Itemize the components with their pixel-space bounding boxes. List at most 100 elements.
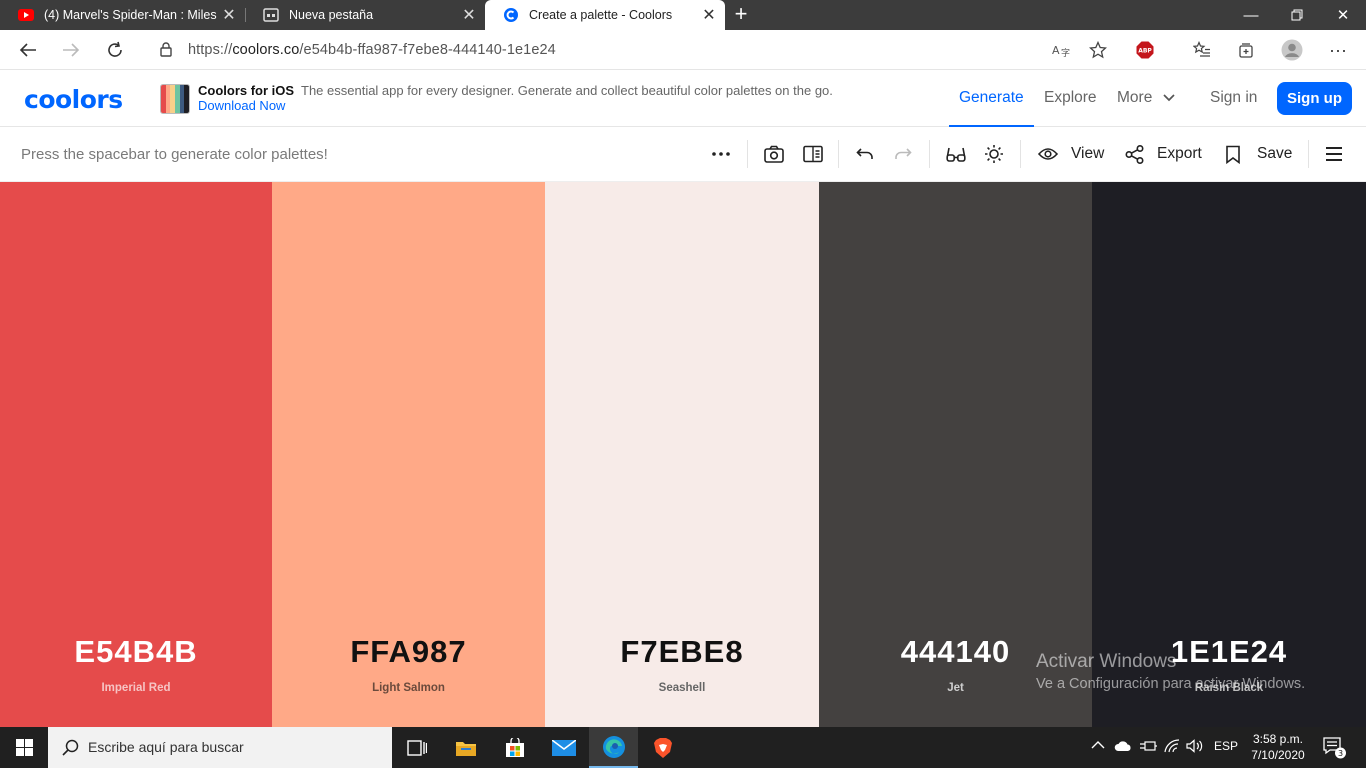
- color-name: Seashell: [658, 682, 706, 694]
- activate-windows-title: Activar Windows: [1036, 651, 1177, 672]
- refresh-button[interactable]: [101, 36, 129, 64]
- onedrive-cloud-icon[interactable]: [1114, 740, 1132, 755]
- view-button[interactable]: View: [1038, 141, 1104, 167]
- brightness-icon[interactable]: [984, 141, 1004, 167]
- favorite-star-icon[interactable]: [1084, 36, 1112, 64]
- sign-in-link[interactable]: Sign in: [1210, 89, 1257, 107]
- hex-code[interactable]: E54B4B: [0, 634, 272, 670]
- view-label: View: [1071, 145, 1105, 162]
- tab-title: Create a palette - Coolors: [529, 8, 673, 22]
- redo-icon[interactable]: [894, 141, 912, 167]
- nav-generate[interactable]: Generate: [959, 89, 1024, 107]
- browser-navbar: https://coolors.co/e54b4b-ffa987-f7ebe8-…: [0, 30, 1366, 70]
- color-name: Imperial Red: [101, 682, 171, 694]
- sign-up-button[interactable]: Sign up: [1277, 82, 1352, 115]
- show-hidden-icons-chevron-icon[interactable]: [1091, 739, 1105, 753]
- close-window-icon[interactable]: ✕: [1320, 0, 1366, 30]
- tab-title: (4) Marvel's Spider-Man : Miles M: [44, 8, 217, 22]
- task-view-icon[interactable]: [392, 727, 441, 768]
- promo-title: Coolors for iOS: [198, 83, 295, 98]
- nav-more-label: More: [1117, 89, 1153, 106]
- browser-menu-icon[interactable]: ···: [1324, 36, 1352, 64]
- edge-browser-icon[interactable]: [589, 727, 638, 768]
- nav-explore[interactable]: Explore: [1044, 89, 1097, 107]
- color-palette: E54B4B Imperial Red FFA987 Light Salmon …: [0, 182, 1366, 727]
- brave-browser-icon[interactable]: [638, 727, 687, 768]
- new-tab-page-icon: [263, 7, 279, 23]
- tab-new-tab[interactable]: Nueva pestaña ✕: [245, 0, 485, 30]
- adblock-plus-icon[interactable]: ABP: [1131, 36, 1159, 64]
- forward-button[interactable]: [57, 36, 85, 64]
- save-button[interactable]: Save: [1225, 141, 1292, 167]
- windows-start-icon[interactable]: [0, 727, 48, 768]
- browser-tab-strip: (4) Marvel's Spider-Man : Miles M ✕ Nuev…: [0, 0, 1366, 30]
- hex-code[interactable]: FFA987: [272, 634, 545, 670]
- url-text: https://coolors.co/e54b4b-ffa987-f7ebe8-…: [188, 42, 556, 58]
- color-swatch[interactable]: F7EBE8 Seashell: [545, 182, 819, 727]
- notification-center-icon[interactable]: 3: [1323, 737, 1347, 762]
- microsoft-store-icon[interactable]: [490, 727, 539, 768]
- toolbar-divider: [838, 140, 839, 168]
- profile-avatar-icon[interactable]: [1278, 36, 1306, 64]
- close-tab-icon[interactable]: ✕: [457, 5, 481, 25]
- file-explorer-icon[interactable]: [441, 727, 490, 768]
- chevron-down-icon: [1163, 94, 1175, 102]
- bookmark-icon: [1226, 145, 1240, 164]
- back-button[interactable]: [14, 36, 42, 64]
- speaker-volume-icon[interactable]: [1186, 739, 1204, 756]
- undo-icon[interactable]: [856, 141, 874, 167]
- favorites-list-icon[interactable]: [1188, 36, 1216, 64]
- power-plug-icon[interactable]: [1139, 739, 1157, 756]
- wifi-icon[interactable]: [1164, 739, 1180, 756]
- taskbar-clock[interactable]: 3:58 p.m. 7/10/2020: [1240, 731, 1316, 763]
- side-panel-icon[interactable]: [803, 141, 823, 167]
- color-swatch[interactable]: 444140 Jet: [819, 182, 1092, 727]
- windows-taskbar: Escribe aquí para buscar ESP 3:58 p.m. 7…: [0, 727, 1366, 768]
- ios-app-icon: [160, 84, 190, 114]
- export-button[interactable]: Export: [1125, 141, 1202, 167]
- url-host: coolors.co: [232, 42, 300, 58]
- nav-more[interactable]: More: [1117, 89, 1175, 107]
- svg-text:A: A: [1052, 44, 1060, 57]
- close-tab-icon[interactable]: ✕: [217, 5, 241, 25]
- youtube-icon: [18, 7, 34, 23]
- address-bar[interactable]: https://coolors.co/e54b4b-ffa987-f7ebe8-…: [146, 34, 1124, 66]
- hamburger-menu-icon[interactable]: [1325, 141, 1343, 167]
- url-path: /e54b4b-ffa987-f7ebe8-444140-1e1e24: [299, 42, 556, 58]
- clock-time: 3:58 p.m.: [1252, 732, 1304, 746]
- toolbar-divider: [929, 140, 930, 168]
- color-swatch[interactable]: 1E1E24 Raisin Black: [1092, 182, 1366, 727]
- color-swatch[interactable]: E54B4B Imperial Red: [0, 182, 272, 727]
- tab-coolors[interactable]: Create a palette - Coolors ✕: [485, 0, 725, 30]
- restore-icon[interactable]: [1274, 0, 1320, 30]
- coolors-icon: [503, 7, 519, 23]
- promo-text: The essential app for every designer. Ge…: [301, 83, 833, 98]
- minimize-icon[interactable]: —: [1228, 0, 1274, 30]
- lock-icon[interactable]: [160, 42, 172, 62]
- svg-text:字: 字: [1061, 47, 1070, 58]
- new-tab-button[interactable]: +: [728, 2, 754, 28]
- taskbar-search-box[interactable]: Escribe aquí para buscar: [48, 727, 392, 768]
- hex-code[interactable]: F7EBE8: [545, 634, 819, 670]
- close-tab-icon[interactable]: ✕: [697, 5, 721, 25]
- site-header: coolors Coolors for iOS The essential ap…: [0, 70, 1366, 127]
- notification-count: 3: [1338, 749, 1343, 758]
- collections-icon[interactable]: [1232, 36, 1260, 64]
- more-options-icon[interactable]: [711, 141, 731, 167]
- eye-icon: [1038, 148, 1058, 160]
- export-label: Export: [1157, 145, 1202, 162]
- color-swatch[interactable]: FFA987 Light Salmon: [272, 182, 545, 727]
- palette-toolbar: Press the spacebar to generate color pal…: [0, 127, 1366, 182]
- toolbar-divider: [747, 140, 748, 168]
- translate-icon[interactable]: A字: [1047, 36, 1075, 64]
- search-icon: [62, 739, 79, 756]
- language-indicator[interactable]: ESP: [1214, 739, 1238, 753]
- download-now-link[interactable]: Download Now: [198, 98, 285, 113]
- camera-icon[interactable]: [764, 141, 784, 167]
- mail-icon[interactable]: [539, 727, 588, 768]
- tab-youtube[interactable]: (4) Marvel's Spider-Man : Miles M ✕: [0, 0, 245, 30]
- coolors-logo[interactable]: coolors: [24, 85, 123, 114]
- activate-windows-subtitle: Ve a Configuración para activar Windows.: [1036, 676, 1306, 692]
- glasses-icon[interactable]: [946, 141, 966, 167]
- spacebar-hint: Press the spacebar to generate color pal…: [21, 146, 328, 163]
